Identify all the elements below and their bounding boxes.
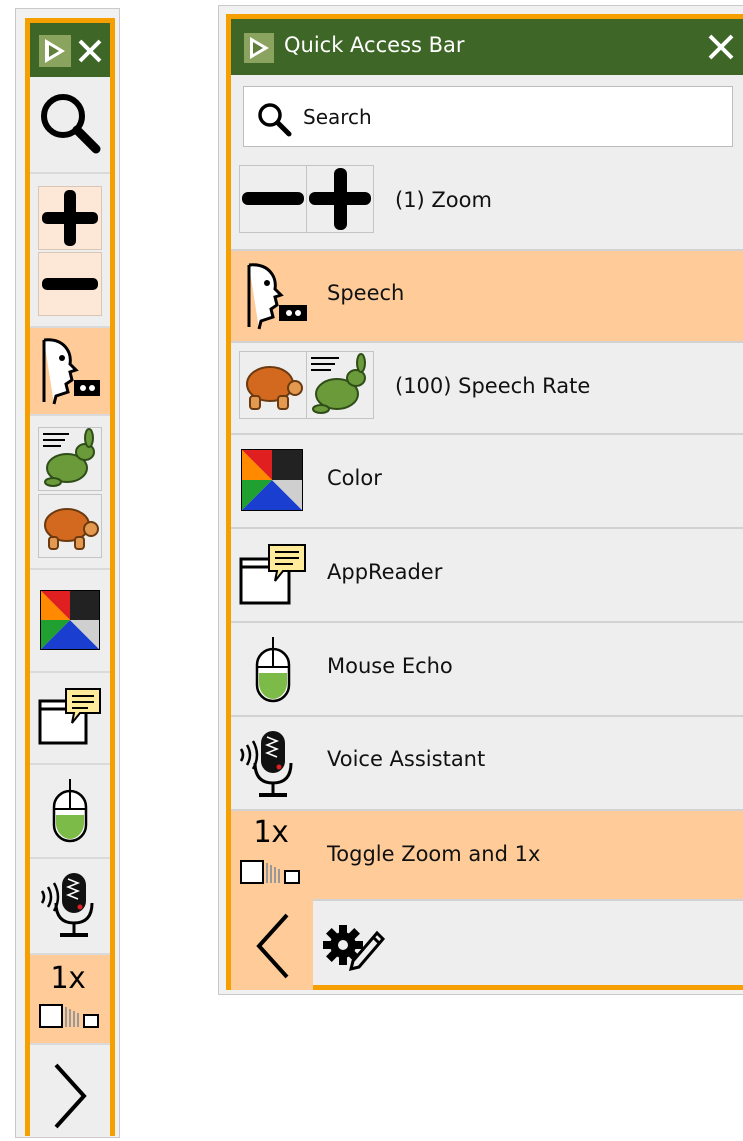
speech-label: Speech bbox=[327, 281, 405, 305]
color-filter-icon bbox=[40, 590, 100, 650]
search-placeholder: Search bbox=[303, 105, 372, 129]
collapsed-quick-access-bar: 1x bbox=[15, 8, 120, 1138]
zoom-out-button[interactable] bbox=[239, 165, 307, 233]
list-item-speech[interactable]: Speech bbox=[231, 249, 743, 341]
back-chevron-icon bbox=[256, 913, 289, 979]
speech-head-icon bbox=[247, 263, 307, 330]
collapsed-title-bar bbox=[30, 23, 110, 77]
zoomtext-logo-icon bbox=[39, 35, 71, 67]
collapsed-bar-frame: 1x bbox=[25, 18, 115, 1136]
settings-gear-pencil-icon[interactable] bbox=[323, 921, 387, 973]
voice-assistant-label: Voice Assistant bbox=[327, 747, 486, 771]
search-icon bbox=[41, 94, 101, 154]
speech-slower-button[interactable] bbox=[38, 494, 102, 558]
collapse-button[interactable] bbox=[231, 899, 313, 990]
collapsed-search-button[interactable] bbox=[30, 77, 110, 172]
turtle-icon bbox=[246, 366, 303, 410]
toggle-zoom-icon bbox=[39, 1004, 99, 1028]
rabbit-icon bbox=[43, 428, 95, 487]
mouse-echo-label: Mouse Echo bbox=[327, 654, 453, 678]
list-item-mouse-echo[interactable]: Mouse Echo bbox=[231, 621, 743, 715]
minus-icon bbox=[242, 192, 304, 205]
collapsed-speech-rate-group bbox=[30, 414, 110, 568]
color-label: Color bbox=[327, 466, 382, 490]
zoom-in-icon bbox=[42, 190, 98, 246]
collapsed-appreader-button[interactable] bbox=[30, 671, 110, 763]
turtle-icon bbox=[44, 508, 99, 550]
toggle-zoom-text: 1x bbox=[50, 961, 87, 996]
color-filter-icon bbox=[241, 449, 303, 511]
list-item-zoom: (1) Zoom bbox=[231, 157, 743, 249]
collapsed-toggle-zoom-button[interactable]: 1x bbox=[30, 953, 110, 1043]
zoom-label: (1) Zoom bbox=[395, 188, 492, 212]
collapsed-speech-button[interactable] bbox=[30, 326, 110, 414]
speech-faster-button[interactable] bbox=[38, 427, 102, 491]
list-item-color[interactable]: Color bbox=[231, 433, 743, 527]
zoom-out-icon bbox=[42, 278, 98, 290]
mouse-icon bbox=[52, 779, 88, 843]
toggle-zoom-icon bbox=[240, 860, 300, 884]
expand-chevron-icon bbox=[54, 1063, 87, 1129]
toggle-zoom-label: Toggle Zoom and 1x bbox=[327, 842, 541, 866]
speech-head-icon bbox=[42, 338, 100, 405]
list-item-voice-assistant[interactable]: Voice Assistant bbox=[231, 715, 743, 809]
speech-faster-button[interactable] bbox=[306, 351, 374, 419]
microphone-icon bbox=[40, 873, 94, 937]
title-bar: Quick Access Bar bbox=[231, 19, 743, 75]
collapsed-zoom-group bbox=[30, 172, 110, 326]
zoom-out-button[interactable] bbox=[38, 252, 102, 316]
collapsed-color-button[interactable] bbox=[30, 568, 110, 671]
list-item-speech-rate: (100) Speech Rate bbox=[231, 341, 743, 433]
speech-slower-button[interactable] bbox=[239, 351, 307, 419]
list-item-toggle-zoom[interactable]: 1x Toggle Zoom and 1x bbox=[231, 809, 743, 899]
expand-button[interactable] bbox=[30, 1043, 110, 1141]
appreader-label: AppReader bbox=[327, 560, 443, 584]
zoomtext-logo-icon bbox=[244, 33, 274, 63]
search-icon bbox=[258, 103, 292, 137]
collapsed-voice-assistant-button[interactable] bbox=[30, 857, 110, 953]
mouse-icon bbox=[255, 637, 291, 703]
close-icon[interactable] bbox=[706, 32, 736, 62]
toggle-zoom-text: 1x bbox=[253, 815, 290, 850]
zoom-in-button[interactable] bbox=[38, 186, 102, 250]
list-item-appreader[interactable]: AppReader bbox=[231, 527, 743, 621]
appreader-icon bbox=[239, 544, 306, 605]
rabbit-icon bbox=[311, 353, 366, 414]
search-input[interactable]: Search bbox=[243, 86, 733, 147]
appreader-icon bbox=[38, 688, 101, 745]
quick-access-bar-frame: Quick Access Bar Search (1) Zoom Speech … bbox=[226, 14, 743, 990]
collapsed-mouse-echo-button[interactable] bbox=[30, 763, 110, 857]
plus-icon bbox=[309, 168, 371, 230]
quick-access-bar-panel: Quick Access Bar Search (1) Zoom Speech … bbox=[218, 5, 743, 995]
close-icon[interactable] bbox=[75, 36, 105, 66]
speech-rate-label: (100) Speech Rate bbox=[395, 374, 591, 398]
zoom-in-button[interactable] bbox=[306, 165, 374, 233]
microphone-icon bbox=[239, 731, 293, 797]
panel-title: Quick Access Bar bbox=[284, 33, 465, 57]
